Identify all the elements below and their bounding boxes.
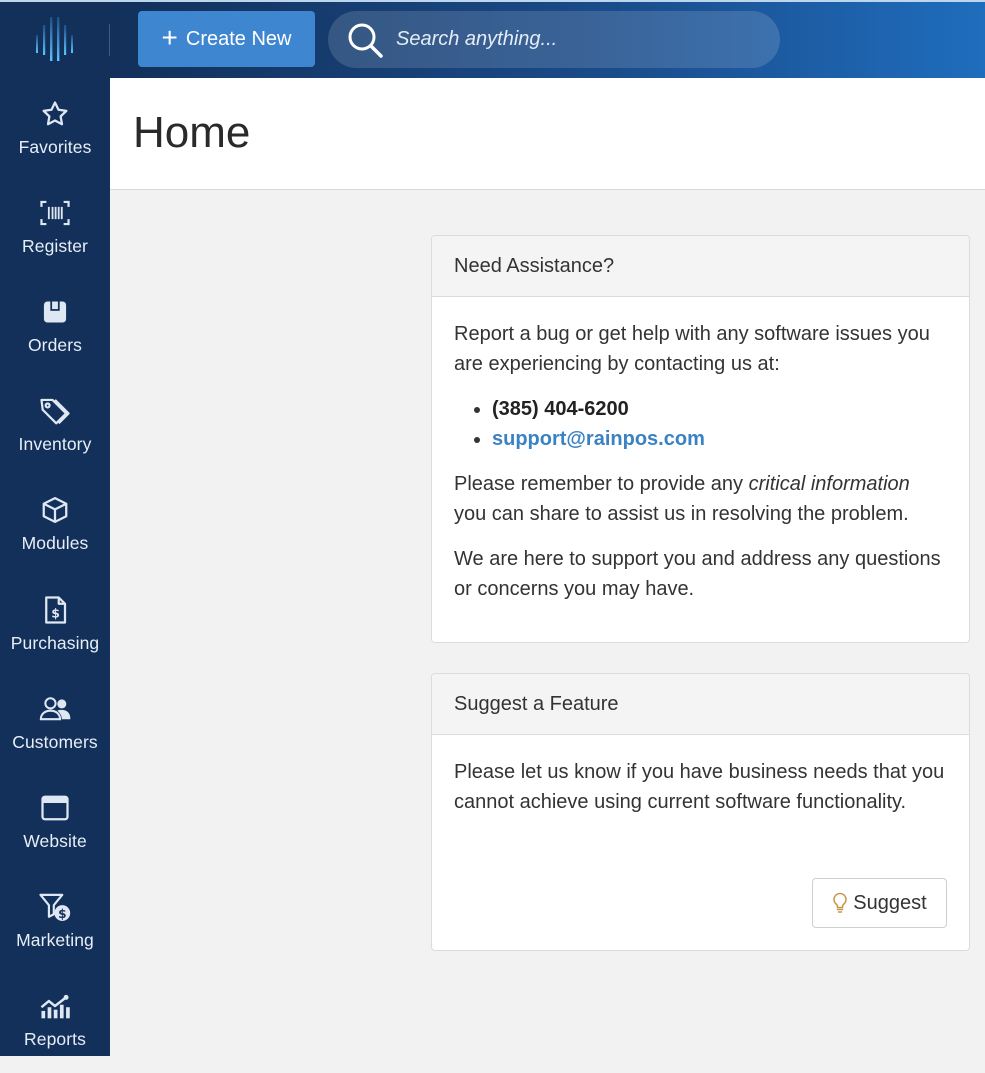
cube-icon (38, 493, 72, 527)
sidebar: Favorites Register Orders Inventory Modu… (0, 0, 110, 1056)
chart-line-icon (38, 989, 72, 1023)
browser-window-icon (38, 791, 72, 825)
funnel-dollar-icon: $ (38, 890, 72, 924)
page-header: Home (110, 78, 985, 190)
invoice-dollar-icon: $ (38, 593, 72, 627)
contact-email: support@rainpos.com (492, 424, 947, 454)
rain-logo-icon (36, 17, 73, 61)
phone-number[interactable]: (385) 404-6200 (492, 398, 629, 420)
search-bar[interactable]: Search anything... (328, 11, 780, 68)
sidebar-item-reports[interactable]: Reports (0, 974, 110, 1073)
svg-text:$: $ (58, 907, 66, 921)
page-title: Home (133, 108, 251, 157)
suggest-button[interactable]: Suggest (812, 878, 947, 928)
sidebar-item-favorites[interactable]: Favorites (0, 82, 110, 181)
sidebar-item-label: Inventory (18, 434, 92, 454)
sidebar-item-orders[interactable]: Orders (0, 280, 110, 379)
users-icon (38, 692, 72, 726)
sidebar-item-label: Purchasing (10, 633, 100, 653)
suggest-feature-card-body: Please let us know if you have business … (432, 735, 969, 817)
sidebar-item-label: Website (23, 831, 87, 851)
sidebar-item-label: Favorites (18, 137, 92, 157)
sidebar-item-label: Reports (24, 1029, 86, 1049)
reminder-text-start: Please remember to provide any (454, 473, 749, 495)
assistance-card: Need Assistance? Report a bug or get hel… (431, 235, 970, 643)
sidebar-item-label: Modules (21, 533, 89, 553)
create-new-button[interactable]: + Create New (138, 11, 315, 67)
sidebar-item-customers[interactable]: Customers (0, 677, 110, 776)
assistance-reminder: Please remember to provide any critical … (454, 469, 947, 529)
brand-logo[interactable] (0, 0, 110, 78)
search-icon (348, 23, 383, 58)
assistance-card-body: Report a bug or get help with any softwa… (432, 297, 969, 604)
reminder-emphasis: critical information (748, 473, 910, 495)
contact-phone: (385) 404-6200 (492, 394, 947, 424)
support-email-link[interactable]: support@rainpos.com (492, 428, 705, 450)
suggest-feature-text: Please let us know if you have business … (454, 761, 945, 813)
sidebar-item-marketing[interactable]: $ Marketing (0, 875, 110, 974)
create-new-label: Create New (185, 27, 292, 50)
suggest-feature-card-title: Suggest a Feature (432, 674, 969, 735)
contact-list: (385) 404-6200 support@rainpos.com (492, 394, 947, 454)
window-top-border (0, 0, 985, 2)
sidebar-item-label: Customers (12, 732, 98, 752)
sidebar-item-inventory[interactable]: Inventory (0, 379, 110, 478)
sidebar-item-label: Register (22, 236, 88, 256)
lightbulb-icon (833, 892, 848, 913)
star-icon (38, 97, 72, 131)
barcode-scan-icon (38, 196, 72, 230)
sidebar-item-website[interactable]: Website (0, 776, 110, 875)
tags-icon (38, 394, 72, 428)
sidebar-item-modules[interactable]: Modules (0, 478, 110, 577)
reminder-text-end: you can share to assist us in resolving … (454, 503, 909, 525)
box-icon (38, 295, 72, 329)
top-bar: + Create New Search anything... (110, 0, 985, 78)
assistance-card-title: Need Assistance? (432, 236, 969, 297)
search-input[interactable]: Search anything... (396, 28, 557, 51)
sidebar-item-label: Orders (27, 335, 83, 355)
sidebar-item-purchasing[interactable]: $ Purchasing (0, 578, 110, 677)
suggest-feature-card: Suggest a Feature Please let us know if … (431, 673, 970, 951)
assistance-support-text: We are here to support you and address a… (454, 548, 941, 600)
plus-icon: + (161, 21, 178, 53)
sidebar-item-register[interactable]: Register (0, 181, 110, 280)
assistance-intro: Report a bug or get help with any softwa… (454, 323, 930, 375)
sidebar-item-label: Marketing (16, 930, 94, 950)
svg-text:$: $ (51, 606, 60, 621)
suggest-button-label: Suggest (853, 891, 927, 914)
